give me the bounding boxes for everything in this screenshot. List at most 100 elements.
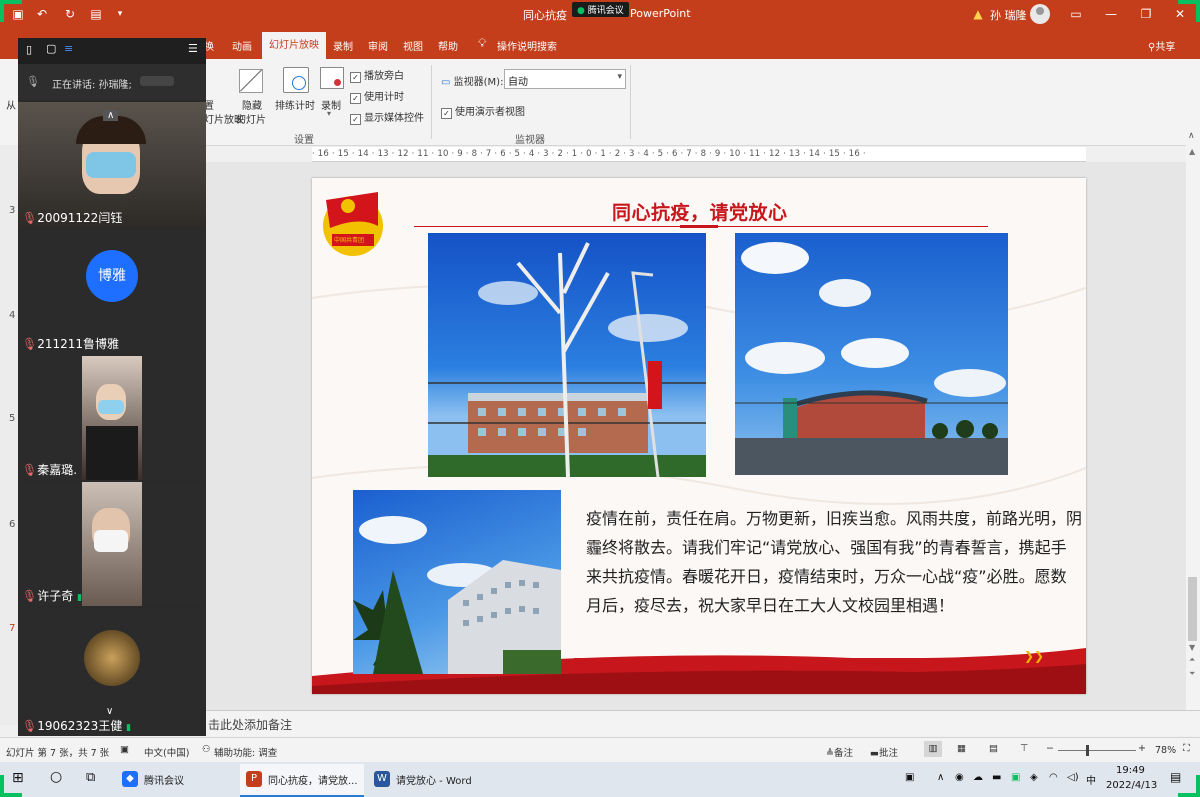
clock-date[interactable]: 2022/4/13 [1106,780,1157,791]
language-indicator[interactable]: 中文(中国) [144,745,189,759]
present-from-start-icon[interactable]: ▤ [88,6,104,22]
tray-meeting-icon[interactable]: ▬ [992,772,1001,783]
notes-pane[interactable]: 击此处添加备注 [206,710,1200,736]
rehearse-timings-icon[interactable] [283,67,309,93]
record-dropdown-icon[interactable]: ▾ [327,109,331,118]
checkbox-presenter-view[interactable]: ✓ 使用演示者视图 [441,103,525,119]
undo-icon[interactable]: ↶ [34,6,50,22]
participant-tile[interactable]: ∨ 🎙︎19062323王健 ▮ [18,608,206,736]
photo-gymnasium[interactable] [735,233,1008,475]
photo-campus-tree[interactable] [353,490,561,674]
hide-slide-icon[interactable] [239,69,263,93]
zoom-level[interactable]: 78% [1155,745,1176,756]
tab-slide-show[interactable]: 幻灯片放映 [262,32,326,59]
ime-indicator[interactable]: 中 [1086,772,1096,787]
checkbox-show-media-controls[interactable]: ✓ 显示媒体控件 [350,109,424,125]
notes-toggle[interactable]: ≜备注 [826,745,853,759]
slide-sorter-icon[interactable]: ▦ [957,743,966,754]
tray-expand-icon[interactable]: ∧ [937,772,944,783]
tray-app-icon[interactable]: ◈ [1030,772,1038,783]
fit-slide-icon[interactable]: ⛶ [1183,743,1190,754]
slide-body-text[interactable]: 疫情在前，责任在肩。万物更新，旧疾当愈。风雨共度，前路光明，阴霾终将散去。请我们… [586,504,1082,620]
tell-me-search[interactable]: 操作说明搜索 [497,38,557,53]
customize-qat-icon[interactable]: ▾ [112,6,128,22]
tab-review[interactable]: 审阅 [368,38,388,53]
checkbox-use-timings[interactable]: ✓ 使用计时 [350,88,404,104]
window-icon[interactable]: ▢ [46,42,56,55]
participant-tile[interactable]: 博雅 🎙︎211211鲁博雅 [18,230,206,354]
restore-icon[interactable]: ❐ [1138,6,1154,22]
scroll-down-icon[interactable]: ▼ [1189,643,1195,652]
menu-icon[interactable]: ☰ [188,42,198,55]
scroll-down-chevron-icon[interactable]: ∨ [106,706,113,717]
tray-wechat-icon[interactable]: ▣ [1011,772,1020,783]
tab-view[interactable]: 视图 [403,38,423,53]
scroll-thumb[interactable] [1188,577,1197,641]
thumb-number[interactable]: 4 [9,310,15,321]
volume-icon[interactable]: ◁) [1067,772,1079,783]
notes-placeholder[interactable]: 击此处添加备注 [208,716,292,733]
clock-time[interactable]: 19:49 [1116,765,1145,776]
zoom-slider-thumb[interactable] [1086,745,1089,756]
redo-icon[interactable]: ↻ [62,6,78,22]
layout-icon[interactable]: ≡ [64,42,73,55]
wifi-icon[interactable]: ◠ [1049,772,1058,783]
normal-view-icon[interactable]: ▥ [924,741,942,757]
previous-slide-icon[interactable]: ⏶ [1189,655,1195,665]
spell-check-icon[interactable]: ▣ [120,744,129,755]
participant-tile[interactable]: 🎙︎许子奇 ▮ [18,482,206,606]
scroll-up-chevron-icon[interactable]: ∧ [103,110,119,121]
account-name[interactable]: 孙 瑞隆 [990,7,1027,23]
slide-title[interactable]: 同心抗疫，请党放心 [612,198,788,225]
from-beginning-cut-label[interactable]: 从 [6,97,16,112]
tab-help[interactable]: 帮助 [438,38,458,53]
thumb-number[interactable]: 5 [9,413,15,424]
close-icon[interactable]: ✕ [1172,6,1188,22]
tray-monitor-icon[interactable]: ▣ [905,772,914,783]
thumb-number[interactable]: 7 [9,623,15,634]
share-button[interactable]: ⚲共享 [1148,38,1175,53]
minimize-icon[interactable]: — [1103,6,1119,22]
comments-toggle[interactable]: ▬批注 [870,745,898,759]
tray-record-icon[interactable]: ◉ [955,772,964,783]
thumb-number[interactable]: 6 [9,519,15,530]
participant-tile[interactable]: ∧ 🎙︎20091122闫钰 [18,102,206,228]
taskbar-app-meeting[interactable]: ◆ 腾讯会议 [118,766,224,793]
tab-animations[interactable]: 动画 [232,38,252,53]
search-circle-icon[interactable]: ○ [50,769,62,785]
meeting-share-indicator[interactable]: ● 腾讯会议 [572,2,629,17]
scroll-up-icon[interactable]: ▲ [1189,147,1195,156]
collapse-ribbon-icon[interactable]: ∧ [1188,131,1195,141]
thumb-number[interactable]: 3 [9,205,15,216]
save-icon[interactable]: ▣ [10,6,26,22]
rehearse-timings-label[interactable]: 排练计时 [275,97,315,112]
participant-tile[interactable]: 🎙︎秦嘉璐. [18,356,206,480]
zoom-out-icon[interactable]: − [1046,743,1054,754]
taskbar-app-word[interactable]: W 请党放心 - Word [370,766,482,793]
task-view-icon[interactable]: ⧉ [86,770,95,785]
windows-start-icon[interactable]: ⊞ [12,770,24,786]
reading-view-icon[interactable]: ▤ [989,743,998,754]
hide-slide-label-2[interactable]: 幻灯片 [236,111,266,126]
vertical-scrollbar[interactable]: ▲ ▼ ⏶ ⏷ [1186,145,1200,730]
notifications-icon[interactable]: ▤ [1170,770,1181,784]
photo-birch-trees[interactable] [428,233,706,477]
slide-show-icon[interactable]: ⊤ [1020,743,1028,754]
meeting-floating-panel[interactable]: ▯ ▢ ≡ ☰ 🎙︎ 正在讲话: 孙瑞隆; ∧ 🎙︎20091122闫钰 博雅 … [18,38,206,736]
warning-icon[interactable]: ▲ [970,6,986,22]
account-avatar[interactable] [1030,4,1050,24]
ribbon-display-options-icon[interactable]: ▭ [1068,6,1084,22]
zoom-slider[interactable] [1058,745,1136,756]
checkbox-play-narrations[interactable]: ✓ 播放旁白 [350,67,404,83]
zoom-in-icon[interactable]: + [1138,743,1146,754]
monitor-select[interactable]: 自动 ▾ [504,69,626,89]
taskbar-app-powerpoint[interactable]: P 同心抗疫，请党放... [240,764,364,797]
hide-slide-label-1[interactable]: 隐藏 [242,97,262,112]
tab-record[interactable]: 录制 [333,38,353,53]
tray-cloud-icon[interactable]: ☁ [973,772,983,783]
record-icon[interactable] [320,67,344,89]
accessibility-status[interactable]: 辅助功能: 调查 [214,745,277,759]
slide-canvas[interactable]: 中国共青团 同心抗疫，请党放心 疫情在前，责任在肩。万物更新，旧疾当愈。风雨共度… [312,178,1086,694]
mic-icon[interactable]: ▯ [26,43,32,56]
next-slide-icon[interactable]: ⏷ [1189,669,1195,679]
